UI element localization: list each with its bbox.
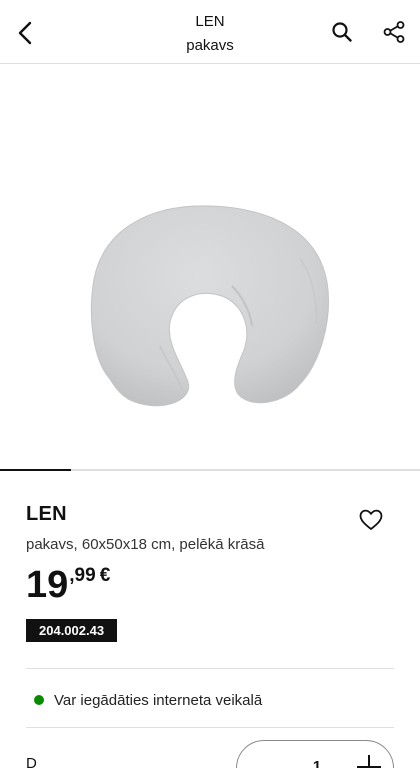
availability-status: Var iegādāties interneta veikalā bbox=[26, 689, 262, 711]
divider bbox=[26, 727, 394, 728]
search-button[interactable] bbox=[330, 20, 354, 44]
top-bar: LEN pakavs bbox=[0, 0, 420, 64]
title-product-type: pakavs bbox=[186, 37, 234, 54]
article-number-badge: 204.002.43 bbox=[26, 619, 118, 642]
product-price: 19 ,99 € bbox=[26, 563, 110, 607]
decrease-quantity-button[interactable] bbox=[257, 759, 277, 768]
search-icon bbox=[332, 22, 352, 42]
image-carousel-indicator bbox=[0, 469, 420, 471]
nursing-pillow-image bbox=[90, 205, 329, 407]
heart-icon bbox=[359, 509, 383, 530]
page-title: LEN pakavs bbox=[150, 10, 270, 58]
product-image[interactable] bbox=[0, 64, 420, 470]
increase-quantity-button[interactable] bbox=[357, 755, 381, 768]
price-currency: € bbox=[99, 565, 111, 586]
divider bbox=[26, 668, 394, 669]
quantity-stepper[interactable]: 1 bbox=[236, 740, 394, 768]
back-button[interactable] bbox=[12, 18, 38, 48]
product-page: LEN pakavs LEN pakavs, 60x50x18 cm, pelē… bbox=[0, 0, 420, 768]
availability-text: Var iegādāties interneta veikalā bbox=[54, 691, 263, 709]
quantity-label: D bbox=[26, 755, 37, 768]
status-dot-icon bbox=[34, 695, 44, 705]
share-button[interactable] bbox=[382, 20, 406, 44]
title-product-name: LEN bbox=[195, 13, 225, 30]
share-icon bbox=[383, 21, 405, 43]
carousel-active-segment bbox=[0, 469, 72, 471]
price-decimal: ,99 bbox=[69, 565, 96, 586]
favorite-button[interactable] bbox=[358, 508, 384, 532]
quantity-value: 1 bbox=[312, 758, 322, 768]
product-name: LEN bbox=[26, 503, 67, 525]
price-integer: 19 bbox=[26, 564, 69, 606]
product-description: pakavs, 60x50x18 cm, pelēkā krāsā bbox=[26, 536, 265, 553]
chevron-left-icon bbox=[18, 21, 32, 45]
